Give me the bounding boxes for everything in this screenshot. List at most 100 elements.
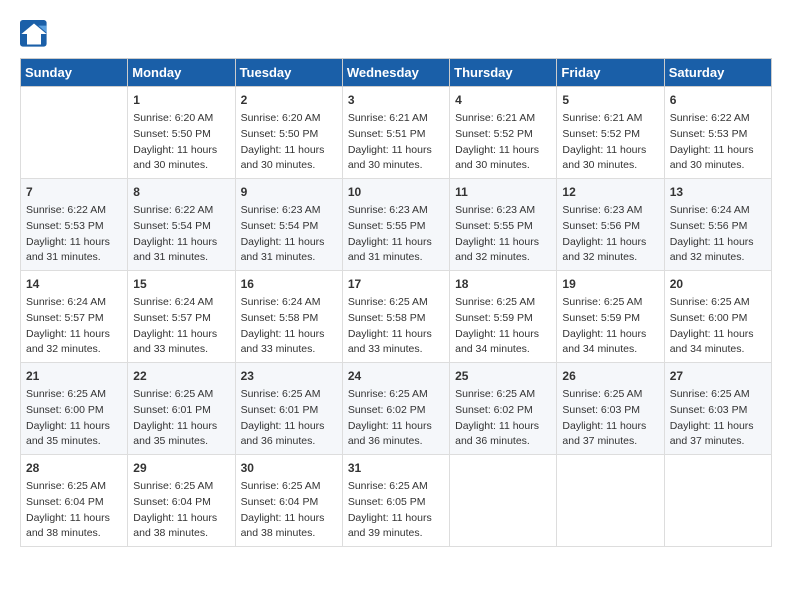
cell-detail: Daylight: 11 hours [133, 235, 229, 251]
cell-detail: Sunrise: 6:25 AM [455, 387, 551, 403]
cell-detail: and 38 minutes. [133, 526, 229, 542]
calendar-cell [21, 87, 128, 179]
cell-detail: Sunrise: 6:25 AM [26, 479, 122, 495]
day-number: 18 [455, 275, 551, 293]
cell-detail: Sunset: 5:50 PM [133, 127, 229, 143]
cell-detail: Sunrise: 6:25 AM [455, 295, 551, 311]
week-row-5: 28Sunrise: 6:25 AMSunset: 6:04 PMDayligh… [21, 455, 772, 547]
cell-detail: Sunset: 6:04 PM [133, 495, 229, 511]
cell-detail: Sunrise: 6:25 AM [241, 387, 337, 403]
calendar-cell: 29Sunrise: 6:25 AMSunset: 6:04 PMDayligh… [128, 455, 235, 547]
cell-detail: Daylight: 11 hours [133, 419, 229, 435]
cell-detail: Sunset: 5:55 PM [455, 219, 551, 235]
cell-detail: Daylight: 11 hours [670, 143, 766, 159]
cell-detail: and 32 minutes. [26, 342, 122, 358]
cell-detail: and 39 minutes. [348, 526, 444, 542]
cell-detail: Daylight: 11 hours [133, 327, 229, 343]
cell-detail: Sunset: 6:03 PM [562, 403, 658, 419]
cell-detail: Sunrise: 6:24 AM [26, 295, 122, 311]
week-row-2: 7Sunrise: 6:22 AMSunset: 5:53 PMDaylight… [21, 179, 772, 271]
day-number: 10 [348, 183, 444, 201]
day-number: 26 [562, 367, 658, 385]
cell-detail: Sunset: 5:54 PM [241, 219, 337, 235]
cell-detail: Daylight: 11 hours [241, 235, 337, 251]
day-number: 13 [670, 183, 766, 201]
cell-detail: and 33 minutes. [241, 342, 337, 358]
day-number: 3 [348, 91, 444, 109]
cell-detail: Sunset: 5:50 PM [241, 127, 337, 143]
day-number: 19 [562, 275, 658, 293]
cell-detail: Sunrise: 6:21 AM [562, 111, 658, 127]
cell-detail: and 31 minutes. [348, 250, 444, 266]
calendar-cell: 15Sunrise: 6:24 AMSunset: 5:57 PMDayligh… [128, 271, 235, 363]
cell-detail: and 38 minutes. [241, 526, 337, 542]
cell-detail: Daylight: 11 hours [455, 143, 551, 159]
cell-detail: and 30 minutes. [241, 158, 337, 174]
cell-detail: Daylight: 11 hours [26, 511, 122, 527]
cell-detail: and 33 minutes. [348, 342, 444, 358]
cell-detail: Sunrise: 6:25 AM [26, 387, 122, 403]
cell-detail: Sunset: 5:54 PM [133, 219, 229, 235]
day-number: 17 [348, 275, 444, 293]
day-number: 11 [455, 183, 551, 201]
calendar-cell: 17Sunrise: 6:25 AMSunset: 5:58 PMDayligh… [342, 271, 449, 363]
day-number: 20 [670, 275, 766, 293]
cell-detail: Sunrise: 6:25 AM [348, 295, 444, 311]
cell-detail: Sunrise: 6:24 AM [670, 203, 766, 219]
column-header-monday: Monday [128, 59, 235, 87]
calendar-cell: 31Sunrise: 6:25 AMSunset: 6:05 PMDayligh… [342, 455, 449, 547]
calendar-table: SundayMondayTuesdayWednesdayThursdayFrid… [20, 58, 772, 547]
calendar-cell: 25Sunrise: 6:25 AMSunset: 6:02 PMDayligh… [450, 363, 557, 455]
cell-detail: Sunset: 6:04 PM [26, 495, 122, 511]
day-number: 29 [133, 459, 229, 477]
week-row-4: 21Sunrise: 6:25 AMSunset: 6:00 PMDayligh… [21, 363, 772, 455]
cell-detail: and 36 minutes. [348, 434, 444, 450]
cell-detail: Daylight: 11 hours [670, 235, 766, 251]
cell-detail: and 35 minutes. [26, 434, 122, 450]
calendar-cell: 18Sunrise: 6:25 AMSunset: 5:59 PMDayligh… [450, 271, 557, 363]
day-number: 12 [562, 183, 658, 201]
cell-detail: Sunrise: 6:20 AM [241, 111, 337, 127]
column-header-thursday: Thursday [450, 59, 557, 87]
calendar-cell: 27Sunrise: 6:25 AMSunset: 6:03 PMDayligh… [664, 363, 771, 455]
cell-detail: Sunrise: 6:25 AM [133, 479, 229, 495]
cell-detail: Daylight: 11 hours [562, 143, 658, 159]
calendar-cell: 4Sunrise: 6:21 AMSunset: 5:52 PMDaylight… [450, 87, 557, 179]
calendar-cell: 10Sunrise: 6:23 AMSunset: 5:55 PMDayligh… [342, 179, 449, 271]
header-row: SundayMondayTuesdayWednesdayThursdayFrid… [21, 59, 772, 87]
cell-detail: and 31 minutes. [26, 250, 122, 266]
calendar-cell: 7Sunrise: 6:22 AMSunset: 5:53 PMDaylight… [21, 179, 128, 271]
cell-detail: Daylight: 11 hours [241, 511, 337, 527]
cell-detail: Sunset: 6:01 PM [241, 403, 337, 419]
calendar-cell: 12Sunrise: 6:23 AMSunset: 5:56 PMDayligh… [557, 179, 664, 271]
cell-detail: Sunset: 6:02 PM [455, 403, 551, 419]
cell-detail: Sunrise: 6:21 AM [348, 111, 444, 127]
cell-detail: and 37 minutes. [562, 434, 658, 450]
cell-detail: and 33 minutes. [133, 342, 229, 358]
cell-detail: Sunset: 5:53 PM [670, 127, 766, 143]
cell-detail: Daylight: 11 hours [455, 327, 551, 343]
cell-detail: Daylight: 11 hours [133, 143, 229, 159]
day-number: 7 [26, 183, 122, 201]
cell-detail: Daylight: 11 hours [348, 511, 444, 527]
cell-detail: Sunset: 5:51 PM [348, 127, 444, 143]
calendar-cell [450, 455, 557, 547]
calendar-cell [557, 455, 664, 547]
day-number: 15 [133, 275, 229, 293]
cell-detail: Sunset: 5:55 PM [348, 219, 444, 235]
day-number: 9 [241, 183, 337, 201]
cell-detail: Sunrise: 6:25 AM [670, 387, 766, 403]
cell-detail: Daylight: 11 hours [26, 327, 122, 343]
cell-detail: Sunrise: 6:22 AM [26, 203, 122, 219]
cell-detail: Sunrise: 6:25 AM [133, 387, 229, 403]
cell-detail: and 36 minutes. [241, 434, 337, 450]
calendar-cell: 26Sunrise: 6:25 AMSunset: 6:03 PMDayligh… [557, 363, 664, 455]
column-header-sunday: Sunday [21, 59, 128, 87]
cell-detail: Daylight: 11 hours [562, 235, 658, 251]
cell-detail: Sunset: 5:58 PM [241, 311, 337, 327]
cell-detail: and 32 minutes. [562, 250, 658, 266]
cell-detail: Sunset: 5:57 PM [26, 311, 122, 327]
day-number: 27 [670, 367, 766, 385]
day-number: 6 [670, 91, 766, 109]
cell-detail: and 32 minutes. [455, 250, 551, 266]
